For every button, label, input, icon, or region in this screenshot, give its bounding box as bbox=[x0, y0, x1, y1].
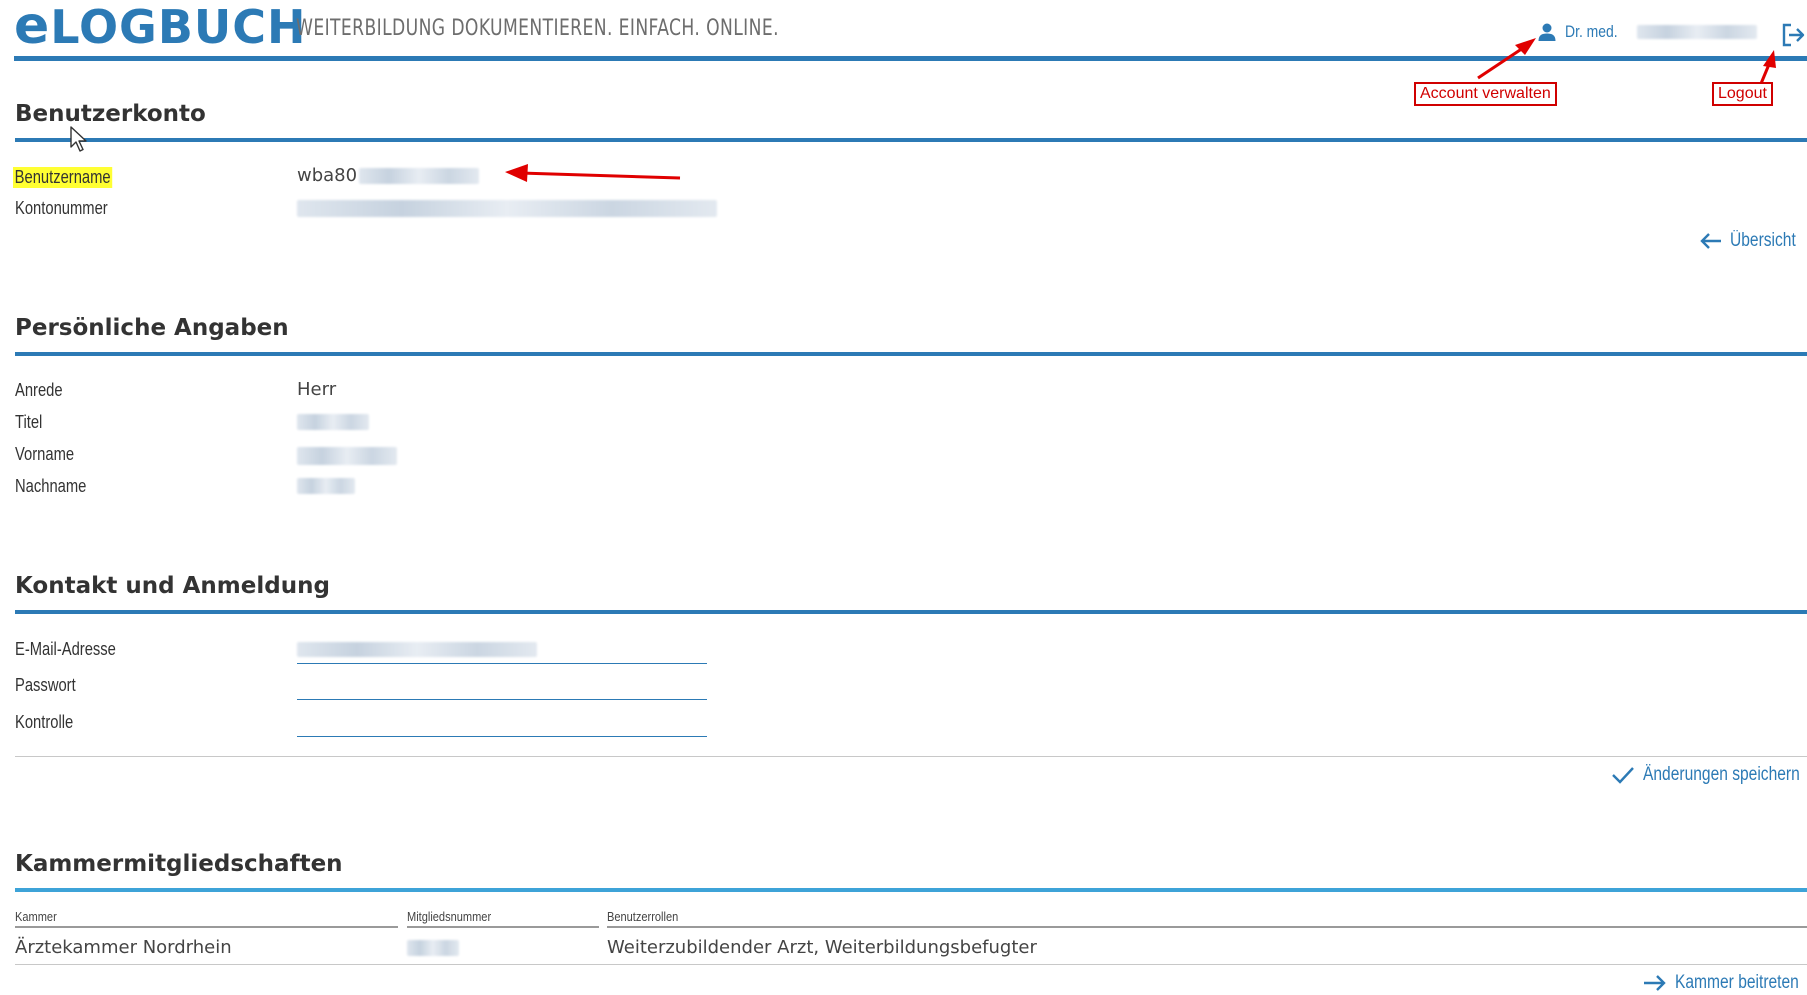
join-chamber-link[interactable]: Kammer beitreten bbox=[1643, 972, 1807, 994]
annotation-logout: Logout bbox=[1712, 82, 1773, 106]
mouse-cursor-icon bbox=[70, 126, 87, 152]
section-title-chambers: Kammermitgliedschaften bbox=[15, 851, 343, 877]
overview-link[interactable]: Übersicht bbox=[1700, 230, 1807, 252]
table-row-roles: Weiterzubildender Arzt, Weiterbildungsbe… bbox=[607, 937, 1037, 958]
email-field[interactable] bbox=[297, 639, 707, 664]
nachname-redacted bbox=[297, 478, 355, 494]
annotation-account: Account verwalten bbox=[1414, 82, 1557, 106]
username-label: Benutzername bbox=[13, 167, 113, 188]
control-label: Kontrolle bbox=[15, 712, 74, 732]
column-header-kammer: Kammer bbox=[15, 909, 57, 924]
table-row-divider bbox=[15, 964, 1807, 965]
form-divider bbox=[15, 756, 1807, 757]
nachname-label: Nachname bbox=[15, 476, 87, 496]
email-redacted bbox=[297, 642, 537, 657]
anrede-label: Anrede bbox=[15, 380, 63, 400]
email-label: E-Mail-Adresse bbox=[15, 639, 116, 659]
section-divider bbox=[15, 888, 1807, 892]
section-title-benutzerkonto: Benutzerkonto bbox=[15, 101, 206, 127]
check-icon bbox=[1612, 767, 1634, 784]
section-divider bbox=[15, 610, 1807, 614]
column-header-mitgliedsnummer: Mitgliedsnummer bbox=[407, 909, 492, 924]
section-divider bbox=[15, 138, 1807, 142]
column-header-line bbox=[407, 926, 599, 928]
column-header-line bbox=[15, 926, 398, 928]
section-divider bbox=[15, 352, 1807, 356]
account-number-redacted bbox=[297, 200, 717, 217]
arrow-right-icon bbox=[1644, 975, 1666, 991]
column-header-benutzerrollen: Benutzerrollen bbox=[607, 909, 679, 924]
password-label: Passwort bbox=[15, 675, 76, 695]
account-number-label: Kontonummer bbox=[15, 198, 108, 218]
username-value: wba80 bbox=[297, 165, 480, 186]
overview-link-label: Übersicht bbox=[1730, 230, 1796, 251]
titel-label: Titel bbox=[15, 412, 43, 432]
anrede-value: Herr bbox=[297, 379, 337, 400]
join-chamber-label: Kammer beitreten bbox=[1675, 972, 1799, 993]
vorname-label: Vorname bbox=[15, 444, 75, 464]
table-row-kammer: Ärztekammer Nordrhein bbox=[15, 937, 232, 958]
membership-number-redacted bbox=[407, 940, 459, 956]
section-title-contact: Kontakt und Anmeldung bbox=[15, 573, 330, 599]
vorname-redacted bbox=[297, 447, 397, 465]
titel-redacted bbox=[297, 414, 369, 430]
section-title-personal: Persönliche Angaben bbox=[15, 315, 289, 341]
column-header-line bbox=[607, 926, 1807, 928]
password-confirm-field[interactable] bbox=[297, 712, 707, 737]
password-field[interactable] bbox=[297, 675, 707, 700]
save-changes-label: Änderungen speichern bbox=[1643, 764, 1800, 785]
save-changes-link[interactable]: Änderungen speichern bbox=[1611, 764, 1807, 786]
arrow-left-icon bbox=[1700, 233, 1721, 249]
